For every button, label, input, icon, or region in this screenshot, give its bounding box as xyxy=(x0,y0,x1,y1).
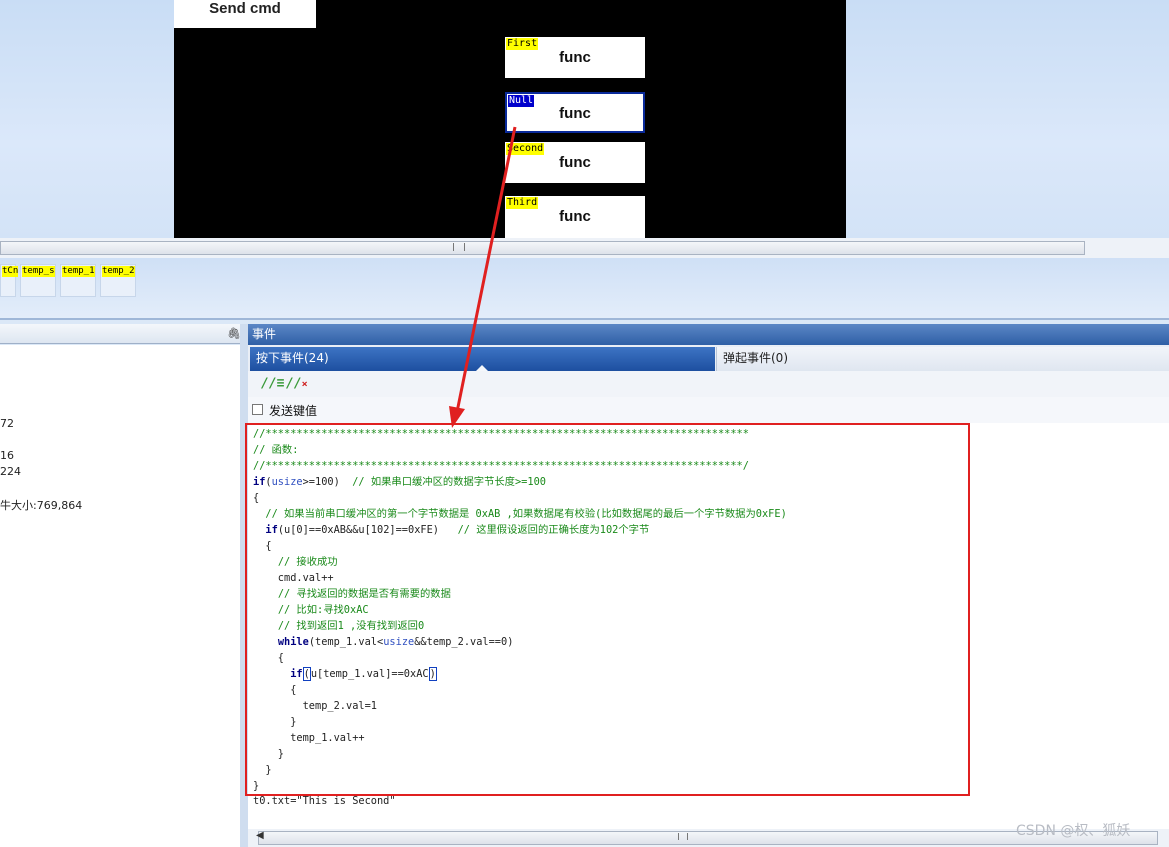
component-strip xyxy=(0,258,1169,320)
component-item[interactable]: temp_1 xyxy=(60,264,96,297)
component-tag: temp_s xyxy=(22,266,55,277)
button-label: func xyxy=(559,105,591,122)
highlight-box xyxy=(245,423,970,796)
func-button-second[interactable]: Second func xyxy=(505,142,645,183)
scroll-left-icon[interactable]: ◀ xyxy=(256,830,264,841)
code-line: t0.txt="This is Second" xyxy=(253,795,396,807)
uncomment-icon[interactable]: //× xyxy=(286,376,308,391)
component-item[interactable]: temp_s xyxy=(20,264,56,297)
button-label: func xyxy=(559,49,591,66)
component-tag: temp_1 xyxy=(62,266,95,277)
component-item[interactable]: tCn xyxy=(0,264,19,297)
send-cmd-button[interactable]: Send cmd xyxy=(174,0,316,28)
button-label: func xyxy=(559,208,591,225)
func-button-first[interactable]: First func xyxy=(505,37,645,78)
component-tag: tCn xyxy=(2,266,19,277)
send-keyvalue-label: 发送键值 xyxy=(269,404,318,418)
watermark: CSDN @权、狐妖 xyxy=(1016,823,1131,839)
scrollbar-grip-icon xyxy=(453,243,465,251)
property-value: 72 xyxy=(0,417,14,430)
scrollbar-thumb[interactable] xyxy=(0,241,1085,255)
func-button-third[interactable]: Third func xyxy=(505,196,645,238)
scrollbar-grip-icon xyxy=(678,833,688,840)
comment-icon[interactable]: //≡ xyxy=(261,376,284,391)
tab-release-event[interactable]: 弹起事件(0) xyxy=(716,347,1169,371)
property-value: 牛大小:769,864 xyxy=(0,499,83,512)
canvas-horizontal-scrollbar[interactable] xyxy=(0,238,1169,258)
checkbox-row xyxy=(248,397,1169,423)
component-item[interactable]: temp_2 xyxy=(100,264,136,297)
component-tag: temp_2 xyxy=(102,266,135,277)
pin-icon[interactable]: 🖇 xyxy=(227,327,241,340)
code-toolbar xyxy=(248,371,1169,397)
events-panel-title: 事件 xyxy=(248,324,1169,345)
send-keyvalue-checkbox[interactable] xyxy=(252,404,263,415)
properties-panel-header xyxy=(0,324,242,344)
property-value: 16 xyxy=(0,449,14,462)
func-button-null[interactable]: Null func xyxy=(505,92,645,133)
button-label: func xyxy=(559,154,591,171)
properties-panel xyxy=(0,345,241,847)
property-value: 224 xyxy=(0,465,21,478)
